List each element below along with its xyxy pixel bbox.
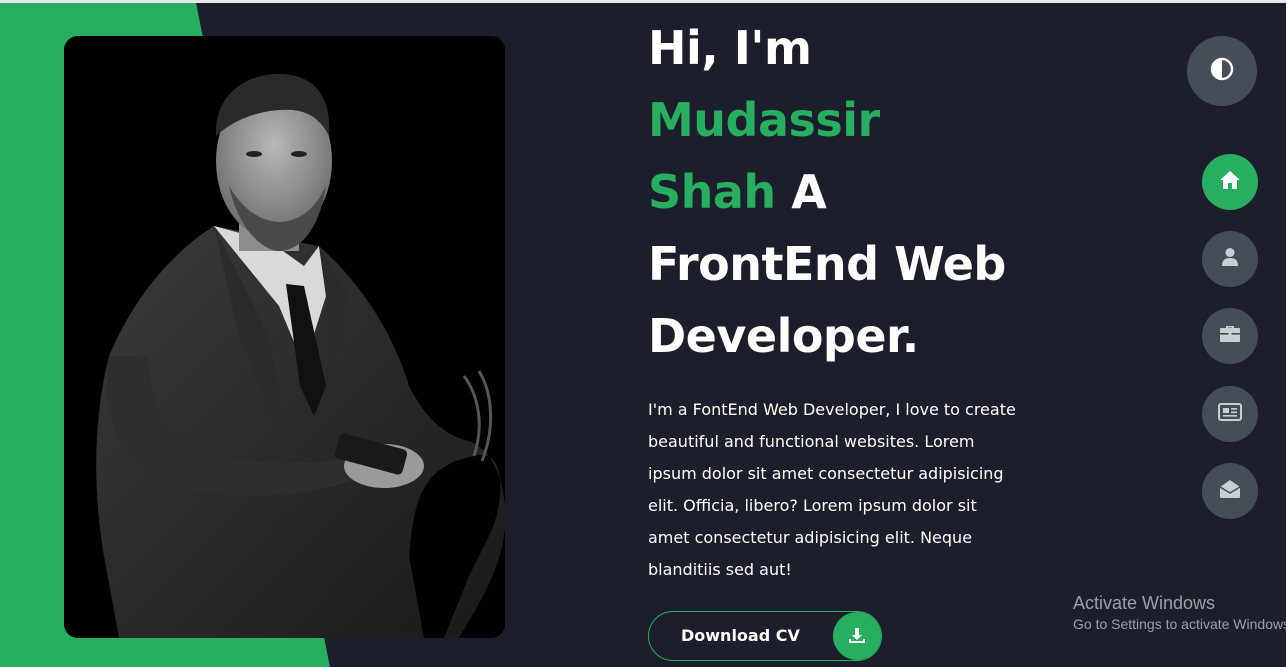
greeting: Hi, I'm: [648, 21, 812, 75]
name-last: Shah: [648, 165, 776, 219]
home-icon: [1219, 170, 1241, 195]
envelope-open-icon: [1219, 479, 1241, 504]
name-first: Mudassir: [648, 93, 880, 147]
top-divider: [0, 0, 1286, 3]
nav-blog-button[interactable]: [1202, 386, 1258, 442]
windows-activation-watermark: Activate Windows Go to Settings to activ…: [1073, 592, 1286, 634]
profile-photo-illustration: [64, 36, 505, 638]
role-prefix: A: [791, 165, 827, 219]
user-icon: [1221, 247, 1239, 272]
download-icon: [833, 612, 881, 660]
download-cv-button[interactable]: Download CV: [648, 611, 882, 661]
activation-subtitle: Go to Settings to activate Windows.: [1073, 616, 1286, 632]
briefcase-icon: [1219, 325, 1241, 348]
home-page: Hi, I'm Mudassir Shah A FrontEnd Web Dev…: [0, 0, 1286, 667]
contrast-icon: [1210, 57, 1234, 86]
hero-description: I'm a FontEnd Web Developer, I love to c…: [648, 400, 1016, 579]
profile-photo: [64, 36, 505, 638]
role-line-1: FrontEnd Web: [648, 237, 1006, 291]
role-line-2: Developer.: [648, 309, 919, 363]
hero-headline: Hi, I'm Mudassir Shah A FrontEnd Web Dev…: [648, 12, 1068, 372]
nav-contact-button[interactable]: [1202, 463, 1258, 519]
activation-title: Activate Windows: [1073, 593, 1216, 613]
nav-about-button[interactable]: [1202, 231, 1258, 287]
theme-toggle-button[interactable]: [1187, 36, 1257, 106]
download-cv-label: Download CV: [681, 626, 800, 645]
nav-home-button[interactable]: [1202, 154, 1258, 210]
newspaper-icon: [1218, 402, 1242, 426]
nav-portfolio-button[interactable]: [1202, 308, 1258, 364]
